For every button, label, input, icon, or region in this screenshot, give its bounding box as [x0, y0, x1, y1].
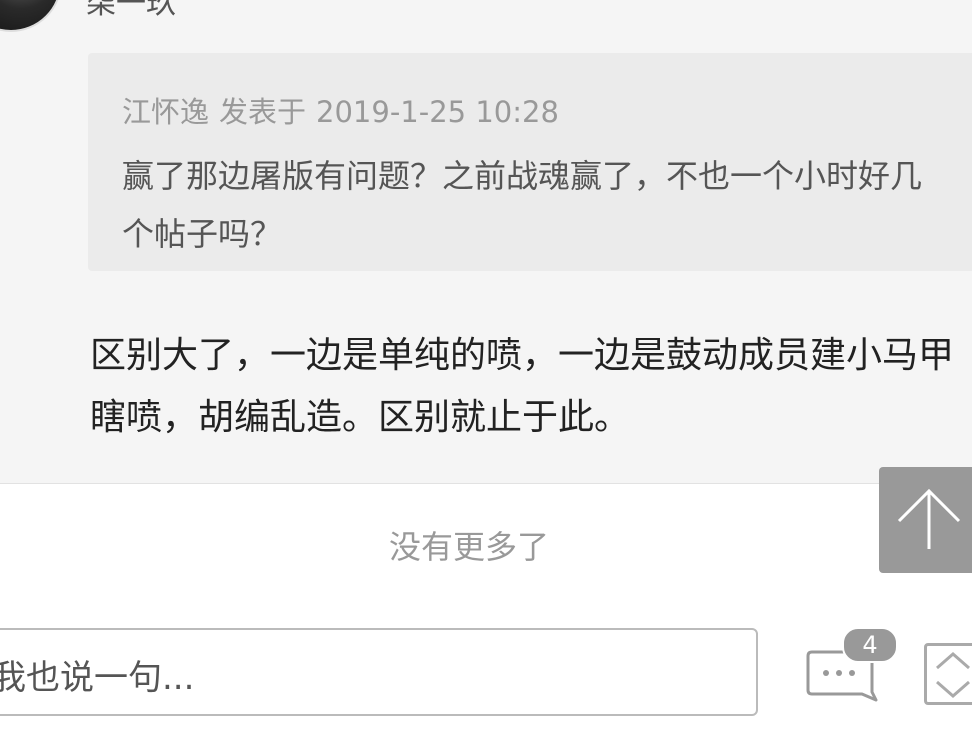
no-more-label: 没有更多了 — [388, 528, 549, 566]
arrow-up-icon — [897, 488, 961, 549]
comment-input-placeholder: 我也说一句... — [0, 658, 195, 698]
avatar[interactable] — [0, 0, 62, 32]
quote-timestamp: 2019-1-25 10:28 — [316, 95, 559, 129]
reply-text: 区别大了，一边是单纯的喷，一边是鼓动成员建小马甲瞎喷，胡编乱造。区别就止于此。 — [90, 335, 955, 438]
quote-meta: 江怀逸 发表于 2019-1-25 10:28 — [122, 89, 559, 131]
quote-text: 赢了那边屠版有问题？之前战魂赢了，不也一个小时好几个帖子吗？ — [122, 157, 923, 253]
post-page: 柒一玖 江怀逸 发表于 2019-1-25 10:28 赢了那边屠版有问题？之前战魂… — [0, 0, 972, 729]
scroll-up-down-icon — [936, 652, 970, 698]
scroll-button[interactable] — [924, 643, 972, 705]
quote-posted-label: 发表于 — [219, 95, 307, 129]
back-to-top-button[interactable] — [879, 467, 972, 573]
list-end-bar: 没有更多了 — [0, 483, 972, 601]
quote-author: 江怀逸 — [122, 95, 210, 129]
comment-input[interactable]: 我也说一句... — [0, 628, 758, 716]
comment-count-badge: 4 — [842, 627, 898, 663]
bottom-input-bar: 我也说一句... — [0, 600, 972, 729]
author-name[interactable]: 柒一玖 — [86, 0, 176, 22]
quote-block: 江怀逸 发表于 2019-1-25 10:28 赢了那边屠版有问题？之前战魂赢了，不… — [88, 53, 972, 271]
